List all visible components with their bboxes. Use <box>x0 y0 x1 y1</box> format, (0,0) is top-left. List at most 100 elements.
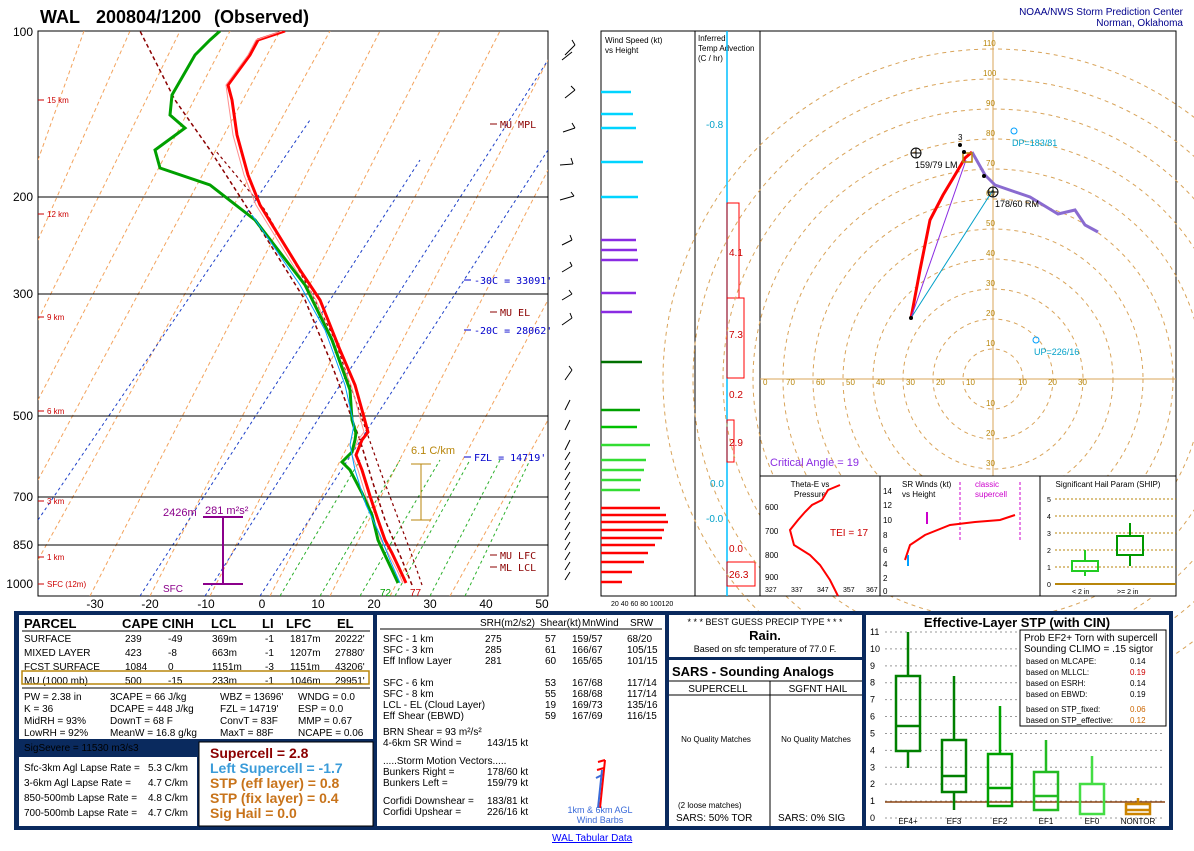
corfidi-up: Corfidi Upshear = <box>383 807 461 818</box>
srwind-y-label: 4 <box>883 560 888 569</box>
parcel-cell: 1207m <box>290 648 321 659</box>
org-location: Norman, Oklahoma <box>1096 18 1183 29</box>
lapse-rate-value: 4.7 C/km <box>148 778 188 789</box>
kinematic-cell: 285 <box>485 645 502 656</box>
sars-supercell-nomatch: No Quality Matches <box>681 735 751 744</box>
hodo-ring-label: 30 <box>986 279 995 288</box>
lapse-rate-label: Sfc-3km Agl Lapse Rate = <box>24 763 140 774</box>
tei-label: TEI = 17 <box>830 528 869 539</box>
parcel-cell: -1 <box>265 648 274 659</box>
pressure-label: 200 <box>13 190 33 204</box>
stp-x-label: EF3 <box>947 817 962 826</box>
theta-y-label: 900 <box>765 573 779 582</box>
tadv-value: 4.1 <box>729 248 743 259</box>
mu-lfc-label: MU LFC <box>500 551 536 562</box>
hodo-ring-label: 20 <box>986 429 995 438</box>
stp-x-label: EF2 <box>993 817 1008 826</box>
sars-hail-nomatch: No Quality Matches <box>781 735 851 744</box>
tadv-value: 0.0 <box>729 544 743 555</box>
parcel-cell: 500 <box>125 676 142 687</box>
stp-prob-value: 0.12 <box>1130 716 1146 725</box>
kinematic-cell: 167/68 <box>572 678 603 689</box>
kinematic-cell: 166/67 <box>572 645 603 656</box>
composite-box: Supercell = 2.8Left Supercell = -1.7STP … <box>198 741 374 827</box>
pressure-label: 100 <box>13 25 33 39</box>
parcel-header: LFC <box>286 616 312 631</box>
stp-y-label: 5 <box>870 728 875 738</box>
parcel-cell: MU (1000 mb) <box>24 676 88 687</box>
hodo-ring-label: 110 <box>983 39 996 48</box>
parcel-cell: 1817m <box>290 634 321 645</box>
theta-title: Theta-E vs <box>791 480 830 489</box>
stp-y-label: 3 <box>870 762 875 772</box>
tadv-value: 2.9 <box>729 438 743 449</box>
sars-box: SARS - Sounding Analogs SUPERCELL SGFNT … <box>669 660 862 826</box>
temp-tick: -30 <box>86 597 104 611</box>
stp-box: Effective-Layer STP (with CIN) 111098765… <box>866 615 1169 826</box>
hodo-ring-label: 10 <box>986 339 995 348</box>
kinematic-cell: SFC - 6 km <box>383 678 434 689</box>
parcel-cell: MIXED LAYER <box>24 648 91 659</box>
wind-speed-panel: Wind Speed (kt) vs Height 20 40 60 80 10… <box>600 30 696 608</box>
pressure-label: 850 <box>13 538 33 552</box>
ship-y-label: 0 <box>1047 582 1051 589</box>
thermo-param: ConvT = 83F <box>220 716 278 727</box>
ship-panel: Significant Hail Param (SHIP) 5 4 3 2 1 … <box>1039 475 1177 597</box>
thermo-param: NCAPE = 0.06 <box>298 728 364 739</box>
stp-x-label: EF0 <box>1085 817 1100 826</box>
ship-ge2-label: >= 2 in <box>1117 589 1139 596</box>
parcel-cell: 663m <box>212 648 237 659</box>
sars-sig: SARS: 0% SIG <box>778 813 845 824</box>
ship-lt2-label: < 2 in <box>1072 589 1089 596</box>
parcel-header: LI <box>262 616 274 631</box>
hodo-ring-label: 20 <box>986 309 995 318</box>
kinematic-cell: Eff Shear (EBWD) <box>383 711 464 722</box>
stp-y-label: 2 <box>870 779 875 789</box>
bunkers-right: Bunkers Right = <box>383 767 455 778</box>
temp-advection-panel: Inferred Temp Advection (C / hr) -0.8 4.… <box>694 30 761 597</box>
thermo-param: 3CAPE = 66 J/kg <box>110 692 186 703</box>
tadv-title: Inferred <box>698 34 726 43</box>
precip-box: * * * BEST GUESS PRECIP TYPE * * * Rain.… <box>669 615 862 657</box>
stp-y-label: 4 <box>870 745 875 755</box>
sounding-datetime: 200804/1200 <box>96 7 201 27</box>
stp-y-label: 9 <box>870 661 875 671</box>
stp-y-label: 7 <box>870 695 875 705</box>
lapse-rate-label: 700-500mb Lapse Rate = <box>24 808 137 819</box>
stp-y-label: 6 <box>870 712 875 722</box>
lapse-rate-value: 4.8 C/km <box>148 793 188 804</box>
lapse-rate-value: 4.7 C/km <box>148 808 188 819</box>
stp-title: Effective-Layer STP (with CIN) <box>924 615 1110 630</box>
tabular-data-link[interactable]: WAL Tabular Data <box>552 833 632 844</box>
stp-prob-label: based on ESRH: <box>1026 679 1086 688</box>
minus30c-label: -30C = 33091' <box>474 276 552 287</box>
pressure-label: 500 <box>13 409 33 423</box>
kinematic-cell: 68/20 <box>627 634 652 645</box>
critical-angle-label: Critical Angle = 19 <box>770 457 859 469</box>
pressure-label: 700 <box>13 490 33 504</box>
temp-tick: -20 <box>141 597 159 611</box>
parcel-cell: -49 <box>168 634 183 645</box>
kinematic-header: SRW <box>630 618 654 629</box>
parcel-cell: -8 <box>168 648 177 659</box>
kinematic-cell: SFC - 3 km <box>383 645 434 656</box>
composite-index: Supercell = 2.8 <box>210 745 309 761</box>
temp-tick: 30 <box>423 597 437 611</box>
kinematic-cell: 135/16 <box>627 700 658 711</box>
brn-shear: BRN Shear = 93 m²/s² <box>383 727 482 738</box>
hodo-rm-label: 178/60 RM <box>995 199 1039 209</box>
ship-y-label: 4 <box>1047 514 1051 521</box>
parcel-header: PARCEL <box>24 616 77 631</box>
precip-title: * * * BEST GUESS PRECIP TYPE * * * <box>687 617 843 627</box>
parcel-cell: SURFACE <box>24 634 72 645</box>
theta-x-label: 357 <box>843 587 855 594</box>
height-label: 1 km <box>47 553 65 562</box>
parcel-header: CAPE <box>122 616 158 631</box>
temp-tick: 50 <box>535 597 549 611</box>
minus20c-label: -20C = 28062' <box>474 326 552 337</box>
thermo-param: MeanW = 16.8 g/kg <box>110 728 197 739</box>
stp-climo: Sounding CLIMO = .15 sigtor <box>1024 644 1154 655</box>
srwind-y-label: 14 <box>883 487 892 496</box>
hodo-x-label: 10 <box>1018 378 1027 387</box>
tadv-value: -0.0 <box>706 514 724 525</box>
